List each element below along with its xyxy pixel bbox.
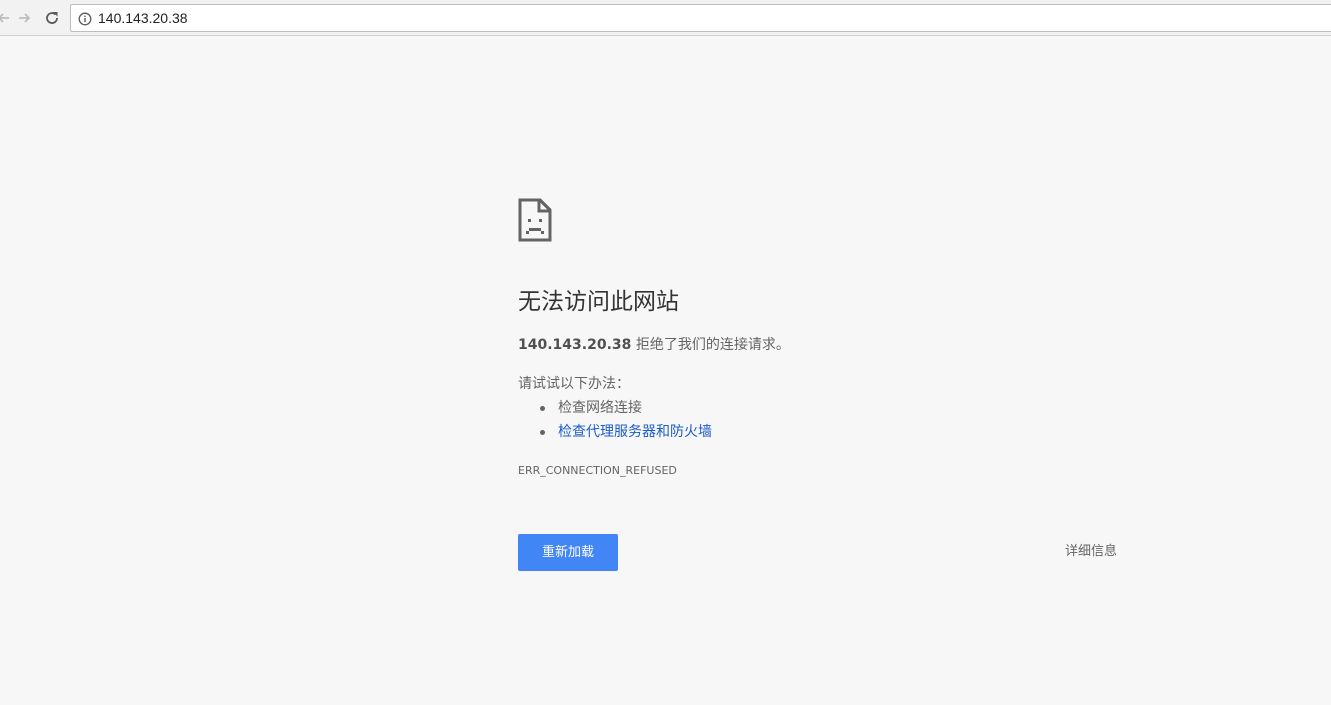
address-bar-url[interactable]: 140.143.20.38 xyxy=(98,10,188,26)
bullet xyxy=(540,406,545,411)
check-proxy-firewall-link[interactable]: 检查代理服务器和防火墙 xyxy=(558,424,712,440)
sad-page-icon xyxy=(518,198,552,242)
suggestion-check-network: 检查网络连接 xyxy=(518,398,712,422)
details-button[interactable]: 详细信息 xyxy=(1065,543,1117,561)
suggestions-list: 检查网络连接 检查代理服务器和防火墙 xyxy=(518,398,712,446)
error-title: 无法访问此网站 xyxy=(518,289,679,315)
reload-button[interactable]: 重新加载 xyxy=(518,534,618,571)
error-summary: 140.143.20.38 拒绝了我们的连接请求。 xyxy=(518,335,790,355)
back-arrow-icon[interactable] xyxy=(0,8,14,28)
bullet xyxy=(540,430,545,435)
error-code: ERR_CONNECTION_REFUSED xyxy=(518,464,677,477)
suggestion-label: 检查网络连接 xyxy=(558,400,642,416)
reload-icon[interactable] xyxy=(42,8,62,28)
browser-toolbar: 140.143.20.38 xyxy=(0,0,1331,36)
error-host: 140.143.20.38 xyxy=(518,337,632,353)
forward-arrow-icon[interactable] xyxy=(14,8,34,28)
suggestions-heading: 请试试以下办法： xyxy=(518,376,630,392)
address-bar[interactable]: 140.143.20.38 xyxy=(70,4,1331,32)
info-icon[interactable] xyxy=(78,11,92,26)
error-summary-text: 拒绝了我们的连接请求。 xyxy=(631,337,790,353)
suggestion-check-proxy[interactable]: 检查代理服务器和防火墙 xyxy=(518,422,712,446)
